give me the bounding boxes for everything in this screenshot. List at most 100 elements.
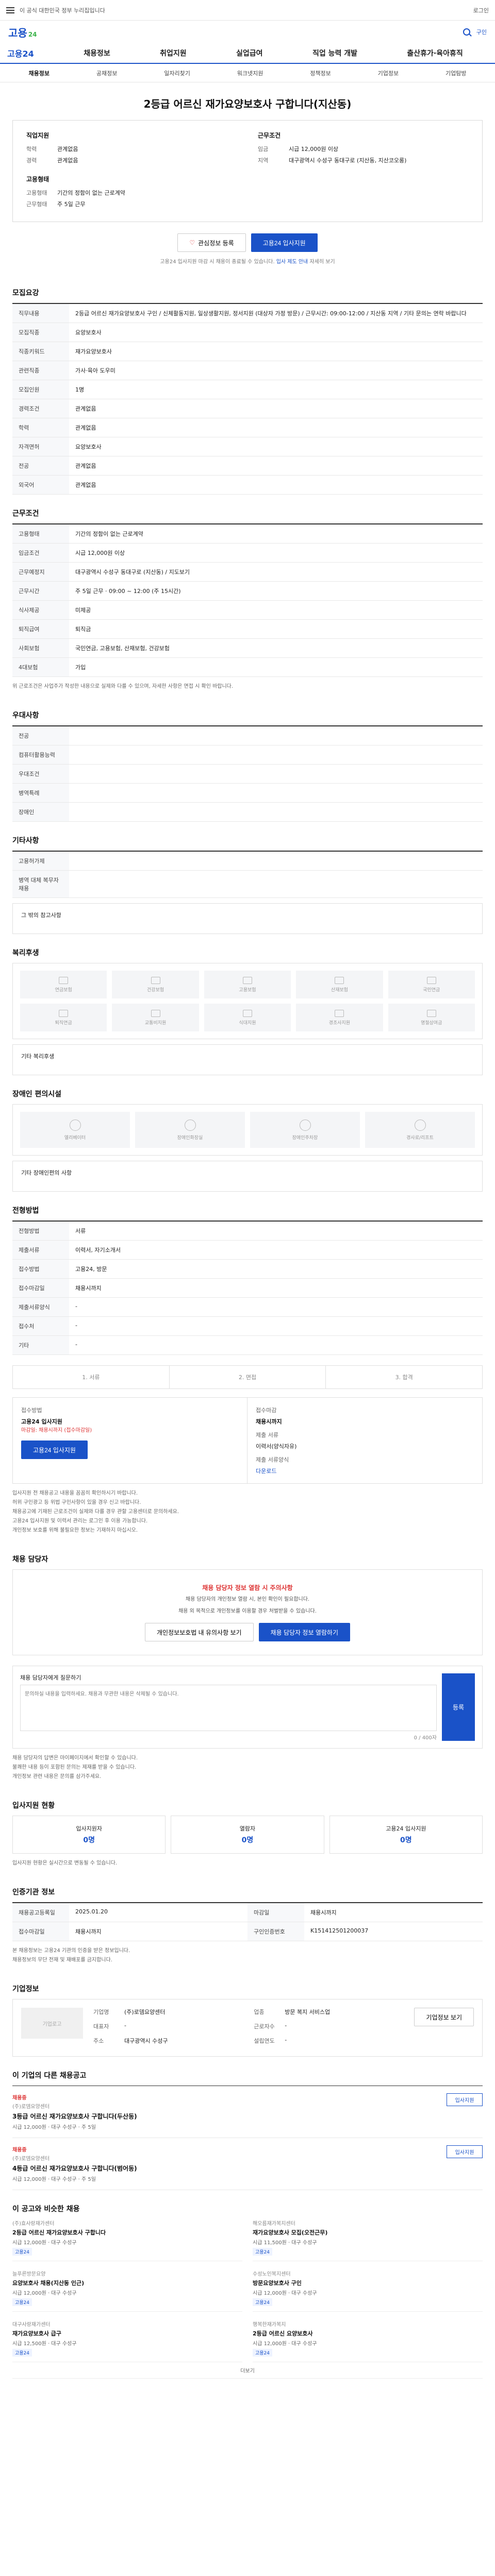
apply-note: 고용24 입사지원 마감 시 채용이 종료될 수 있습니다. 입사 제도 안내 … <box>160 259 335 265</box>
condition-row-value: 시급 12,000원 이상 <box>75 550 125 556</box>
welfare-icon <box>335 1009 344 1017</box>
selection-row-value: 서류 <box>75 1228 86 1234</box>
download-link[interactable]: 다운로드 <box>256 1467 474 1475</box>
stats-grid: 입사지원자 0명 열람자 0명 고용24 입사지원 0명 <box>12 1816 483 1854</box>
company-detail: 근로자수 - <box>254 2022 287 2030</box>
recruit-row-label: 관련직종 <box>12 361 69 380</box>
method-step: 3. 합격 <box>395 1374 413 1381</box>
inquiry-input[interactable] <box>20 1685 437 1731</box>
prefer-row-value <box>69 765 483 783</box>
disabled-note-box: 기타 장애인편의 사항 <box>12 1161 483 1192</box>
apply-bullets: 입사지원 전 채용공고 내용을 꼼꼼히 확인하시기 바랍니다. 허위 구인광고 … <box>12 1490 179 1533</box>
selection-table: 전형방법 서류 제출서류 이력서, 자기소개서 접수방법 고용24, 방문 접수마감일 채용시… <box>12 1221 483 1355</box>
condition-table: 고용형태 기간의 정함이 없는 근로계약 임금조건 시급 12,000원 이상 근무예정… <box>12 523 483 677</box>
apply-guide-link[interactable]: 입사 제도 안내 <box>276 259 308 265</box>
subnav-item[interactable]: 공채정보 <box>96 69 117 77</box>
condition-row: 임금조건 시급 12,000원 이상 <box>12 544 483 563</box>
info-notes: 본 채용정보는 고용24 기관의 인증을 받은 정보입니다. 채용정보의 무단 … <box>12 1948 130 1963</box>
welfare-item: 교통비지원 <box>112 1004 199 1031</box>
recommend-grid: (주)효사랑재가센터 2등급 어르신 재가요양보호사 구합니다 시급 12,000원… <box>12 2219 483 2362</box>
condition-note: 위 근로조건은 사업주가 작성한 내용으로 실제와 다를 수 있으며, 자세한 … <box>12 684 234 689</box>
welfare-item: 식대지원 <box>204 1004 291 1031</box>
recommend-item[interactable]: (주)효사랑재가센터 2등급 어르신 재가요양보호사 구합니다 시급 12,000원… <box>12 2219 242 2261</box>
section-title-disabled: 장애인 편의시설 <box>12 1090 62 1098</box>
selection-row-label: 제출서류 <box>12 1241 69 1259</box>
gnb-item[interactable]: 취업지원 <box>160 48 187 58</box>
gnb-item[interactable]: 출산휴가·육아휴직 <box>407 48 463 58</box>
gnb-item[interactable]: 채용정보 <box>84 48 110 58</box>
company-detail: 업종 방문 복지 서비스업 <box>254 2009 331 2015</box>
company-info-button[interactable]: 기업정보 보기 <box>414 2008 474 2026</box>
apply-box-button[interactable]: 고용24 입사지원 <box>21 1440 88 1459</box>
recruit-row: 외국어 관계없음 <box>12 476 483 495</box>
subnav-item[interactable]: 기업정보 <box>378 69 399 77</box>
gnb-brand[interactable]: 고용24 <box>7 47 59 59</box>
condition-row: 근무시간 주 5일 근무 · 09:00 ~ 12:00 (주 15시간) <box>12 582 483 601</box>
subnav-item[interactable]: 일자리찾기 <box>164 69 190 77</box>
subnav-item[interactable]: 채용정보 <box>28 69 49 77</box>
condition-row: 식사제공 미제공 <box>12 601 483 620</box>
summary-group-title: 고용형태 <box>26 176 50 183</box>
recruit-row-label: 전공 <box>12 456 69 475</box>
info-row-label: 접수마감일 <box>12 1922 69 1941</box>
gnb-item[interactable]: 직업 능력 개발 <box>312 48 357 58</box>
prefer-row: 우대조건 <box>12 765 483 784</box>
recommend-item[interactable]: 해오름재가복지센터 재가요양보호사 모집(오전근무) 시급 11,500원 · 대구… <box>253 2219 483 2261</box>
subnav-item[interactable]: 기업탐방 <box>446 69 466 77</box>
selection-row-value: - <box>75 1322 77 1329</box>
info-table: 채용공고등록일 2025.01.20 마감일 채용시까지 접수마감일 채용시까지 구인인증번… <box>12 1902 483 1941</box>
recruit-row: 직무내용 2등급 어르신 재가요양보호사 구인 / 신체활동지원, 일상생활지원,… <box>12 304 483 323</box>
info-row-value: 2025.01.20 <box>75 1908 108 1915</box>
selection-row-value: - <box>75 1303 77 1310</box>
job-apply-button[interactable]: 입사지원 <box>447 2145 483 2158</box>
logo-bar: 고용 24 구인 <box>0 21 495 43</box>
prefer-row-value <box>69 745 483 764</box>
recommend-item[interactable]: 수성노인복지센터 방문요양보호사 구인 시급 12,000원 · 대구 수성구 고용2… <box>253 2269 483 2312</box>
inquiry-send-button[interactable]: 등록 <box>442 1673 475 1741</box>
company-card: 기업로고 기업명 (주)로뎀요양센터 업종 방문 복지 서비스업 대표자 - 근로자수 - 주소… <box>12 1999 483 2057</box>
privacy-guide-button[interactable]: 개인정보보호법 내 유의사항 보기 <box>144 1623 254 1641</box>
page-title: 2등급 어르신 재가요양보호사 구합니다(지산동) <box>143 98 352 110</box>
condition-row-label: 고용형태 <box>12 524 69 543</box>
condition-row: 근무예정지 대구광역시 수성구 동대구로 (지산동) / 지도보기 <box>12 563 483 582</box>
search-icon[interactable] <box>463 28 470 36</box>
recruit-row-label: 직종키워드 <box>12 342 69 361</box>
welfare-item: 연금보험 <box>20 971 107 998</box>
prefer-row-value <box>69 784 483 802</box>
subnav-item[interactable]: 정책정보 <box>310 69 331 77</box>
subnav-item[interactable]: 워크넷지원 <box>237 69 263 77</box>
welfare-icon <box>151 976 160 984</box>
more-button[interactable]: 더보기 <box>12 2362 483 2379</box>
login-link[interactable]: 로그인 <box>473 6 489 14</box>
condition-row-value: 미제공 <box>75 607 91 614</box>
selection-row-label: 접수처 <box>12 1317 69 1335</box>
prefer-row: 장애인 <box>12 803 483 822</box>
summary-group-title: 근무조건 <box>258 132 281 139</box>
recruit-row-label: 모집인원 <box>12 380 69 399</box>
selection-row: 전형방법 서류 <box>12 1222 483 1241</box>
site-logo[interactable]: 고용 24 <box>8 25 37 40</box>
prefer-row: 병역특례 <box>12 784 483 803</box>
menu-icon[interactable] <box>6 7 14 13</box>
job-item[interactable]: 채용중 (주)로뎀요양센터 3등급 어르신 재가요양보호사 구합니다(두산동) 시급 … <box>12 2086 483 2138</box>
job-item[interactable]: 채용중 (주)로뎀요양센터 4등급 어르신 재가요양보호사 구합니다(범어동) 시급 … <box>12 2138 483 2190</box>
recruit-row-value: 관계없음 <box>75 482 96 488</box>
mini-link[interactable]: 구인 <box>476 28 487 36</box>
gnb-item[interactable]: 실업급여 <box>236 48 263 58</box>
apply-box: 접수방법 고용24 입사지원 마감일: 채용시까지 (접수마감일) 고용24 입… <box>12 1397 483 1484</box>
info-row: 마감일 채용시까지 <box>248 1903 483 1922</box>
recommend-item[interactable]: 늘푸른방문요양 요양보호사 채용(지산동 인근) 시급 12,000원 · 대구 수… <box>12 2269 242 2312</box>
sub-nav: 채용정보 공채정보 일자리찾기 워크넷지원 정책정보 기업정보 기업탐방 <box>0 64 495 82</box>
manager-box: 채용 담당자 정보 열람 시 주의사항 채용 담당자의 개인정보 열람 시, 본… <box>12 1569 483 1655</box>
apply-button[interactable]: 고용24 입사지원 <box>251 233 318 252</box>
prefer-row-value <box>69 803 483 821</box>
facility-item: 장애인주차장 <box>250 1112 360 1148</box>
manager-warn: 채용 담당자 정보 열람 시 주의사항 <box>202 1584 293 1591</box>
company-logo: 기업로고 <box>21 2008 83 2039</box>
view-manager-button[interactable]: 채용 담당자 정보 열람하기 <box>258 1623 351 1641</box>
facility-item: 엘리베이터 <box>20 1112 130 1148</box>
recommend-item[interactable]: 행복한재가복지 2등급 어르신 요양보호사 시급 12,000원 · 대구 수성구 고… <box>253 2320 483 2362</box>
bookmark-button[interactable]: ♡ 관심정보 등록 <box>177 233 246 252</box>
job-apply-button[interactable]: 입사지원 <box>447 2093 483 2106</box>
recommend-item[interactable]: 대구사랑재가센터 재가요양보호사 급구 시급 12,500원 · 대구 수성구 고용2… <box>12 2320 242 2362</box>
